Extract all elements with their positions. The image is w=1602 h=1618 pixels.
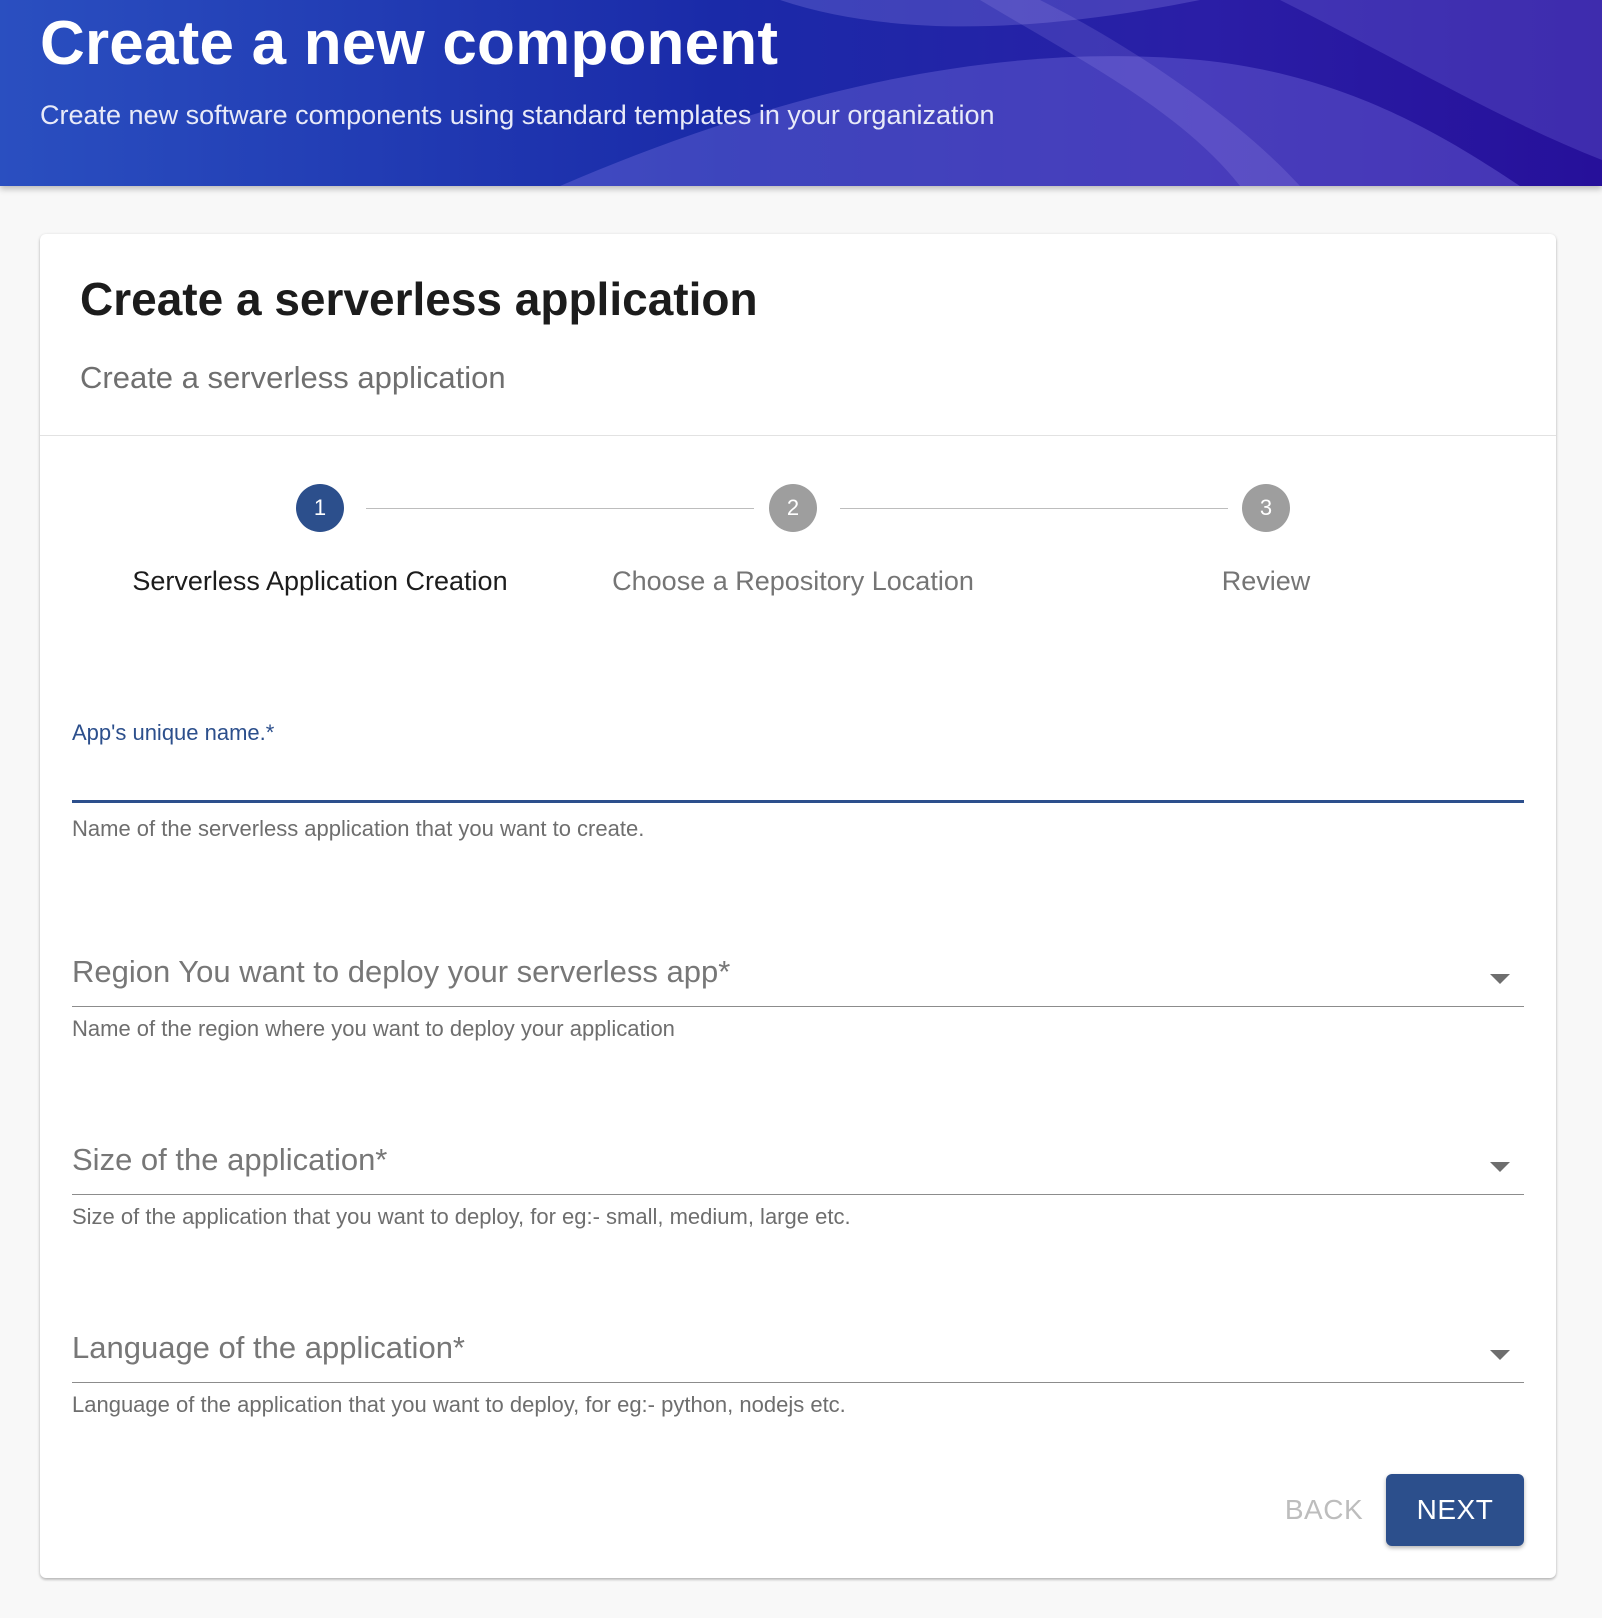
page-header: Create a new component Create new softwa… <box>0 0 1602 186</box>
size-select-label: Size of the application* <box>72 1142 388 1177</box>
card-header: Create a serverless application Create a… <box>40 234 1556 436</box>
step-label: Review <box>1221 566 1311 596</box>
page-subtitle: Create new software components using sta… <box>40 100 995 130</box>
template-card: Create a serverless application Create a… <box>40 234 1556 1578</box>
region-helper-text: Name of the region where you want to dep… <box>72 1016 675 1041</box>
size-helper-text: Size of the application that you want to… <box>72 1204 851 1229</box>
card-subtitle: Create a serverless application <box>80 360 506 395</box>
language-helper-text: Language of the application that you wan… <box>72 1392 846 1417</box>
page-title: Create a new component <box>40 9 779 78</box>
chevron-down-icon[interactable] <box>1490 974 1510 984</box>
card-title: Create a serverless application <box>80 273 758 325</box>
language-select-label: Language of the application* <box>72 1330 465 1365</box>
region-underline <box>72 1006 1524 1007</box>
back-button[interactable]: BACK <box>1262 1474 1386 1546</box>
size-underline <box>72 1194 1524 1195</box>
step-choose-repository-location: 2 Choose a Repository Location <box>573 484 1013 604</box>
step-label: Choose a Repository Location <box>612 566 974 596</box>
region-select-label: Region You want to deploy your serverles… <box>72 954 731 989</box>
step-label: Serverless Application Creation <box>132 566 508 596</box>
app-name-field: App's unique name.* Name of the serverle… <box>72 720 1524 860</box>
step-review: 3 Review <box>1046 484 1486 604</box>
chevron-down-icon[interactable] <box>1490 1162 1510 1172</box>
app-name-input[interactable] <box>72 750 1524 800</box>
step-number-badge: 2 <box>769 484 817 532</box>
app-name-label: App's unique name.* <box>72 720 275 745</box>
step-serverless-application-creation: 1 Serverless Application Creation <box>100 484 540 604</box>
next-button[interactable]: NEXT <box>1386 1474 1524 1546</box>
step-number-badge: 1 <box>296 484 344 532</box>
language-underline <box>72 1382 1524 1383</box>
app-name-helper-text: Name of the serverless application that … <box>72 816 645 841</box>
step-number-badge: 3 <box>1242 484 1290 532</box>
chevron-down-icon[interactable] <box>1490 1350 1510 1360</box>
app-name-underline <box>72 800 1524 803</box>
